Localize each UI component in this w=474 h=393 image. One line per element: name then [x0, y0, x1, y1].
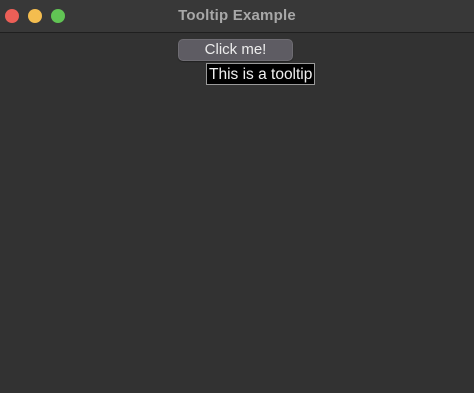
window-content: Click me! This is a tooltip — [0, 33, 474, 393]
tooltip: This is a tooltip — [206, 63, 316, 85]
app-window: Tooltip Example Click me! This is a tool… — [0, 0, 474, 393]
title-bar[interactable]: Tooltip Example — [0, 0, 474, 33]
click-me-button[interactable]: Click me! — [178, 39, 293, 61]
window-title: Tooltip Example — [178, 7, 296, 24]
